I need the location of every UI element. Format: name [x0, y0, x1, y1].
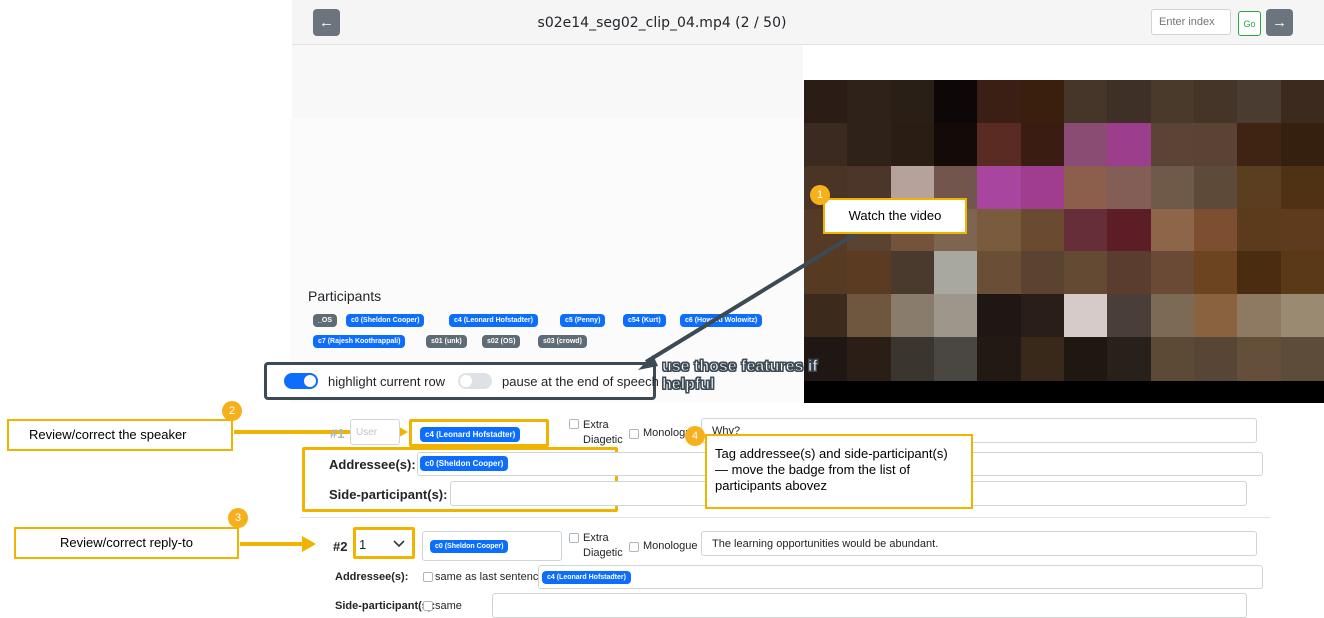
row-2-monologue-checkbox[interactable]	[629, 542, 639, 552]
row-1-id: #1	[330, 426, 345, 441]
row-divider	[300, 517, 1270, 518]
step-number-3: 3	[228, 508, 248, 528]
row-1-side-participant-label: Side-participant(s):	[329, 487, 448, 502]
row-1-addressee-badge[interactable]: c0 (Sheldon Cooper)	[420, 456, 509, 471]
row-2-same-as-last-label: same as last sentence	[435, 571, 545, 583]
review-reply-callout: Review/correct reply-to	[14, 527, 239, 559]
row-2-speaker-badge[interactable]: c0 (Sheldon Cooper)	[430, 540, 509, 553]
row-2-id: #2	[333, 539, 348, 554]
step-number-4: 4	[685, 426, 705, 446]
row-2-same-as-last-checkbox[interactable]	[423, 572, 433, 582]
row-1-extra-diagetic-checkbox[interactable]	[569, 419, 579, 429]
chevron-down-icon	[393, 540, 405, 548]
row-2-same-checkbox[interactable]	[423, 601, 433, 611]
row-2-addressee-label: Addressee(s):	[335, 571, 409, 583]
row-2-same-label: same	[435, 600, 462, 612]
review-speaker-callout: Review/correct the speaker	[7, 419, 233, 451]
row-2-addressee-badge[interactable]: c4 (Leonard Hofstadter)	[542, 571, 631, 584]
features-hint: use those features if helpful	[662, 358, 819, 394]
row-2-extra-diagetic-checkbox[interactable]	[569, 533, 579, 543]
row-2-addressee-field[interactable]	[538, 565, 1263, 589]
tag-addressee-callout: Tag addressee(s) and side-participant(s)…	[705, 434, 973, 509]
arrow-to-reply	[240, 536, 316, 552]
row-1-monologue-checkbox[interactable]	[629, 429, 639, 439]
row-2-side-participant-field[interactable]	[492, 593, 1247, 618]
row-1-extra-diagetic-label: Extra Diagetic	[583, 419, 623, 446]
arrow-to-toggles	[638, 231, 859, 370]
step-number-2: 2	[222, 401, 242, 421]
row-1-reply-select[interactable]: User	[350, 419, 400, 445]
row-1-speaker-badge[interactable]: c4 (Leonard Hofstadter)	[420, 427, 521, 442]
row-2-reply-select[interactable]: 1	[359, 537, 366, 552]
row-2-extra-diagetic-label: Extra Diagetic	[583, 532, 623, 559]
row-1-addressee-label: Addressee(s):	[329, 457, 416, 472]
watch-video-callout: Watch the video	[823, 198, 967, 234]
row-2-monologue-label: Monologue	[643, 540, 698, 552]
row-2-side-participant-label: Side-participant(s):	[335, 600, 436, 612]
row-2-utterance[interactable]: The learning opportunities would be abun…	[701, 531, 1257, 556]
annotation-arrows	[234, 231, 859, 552]
step-number-1: 1	[810, 185, 830, 205]
